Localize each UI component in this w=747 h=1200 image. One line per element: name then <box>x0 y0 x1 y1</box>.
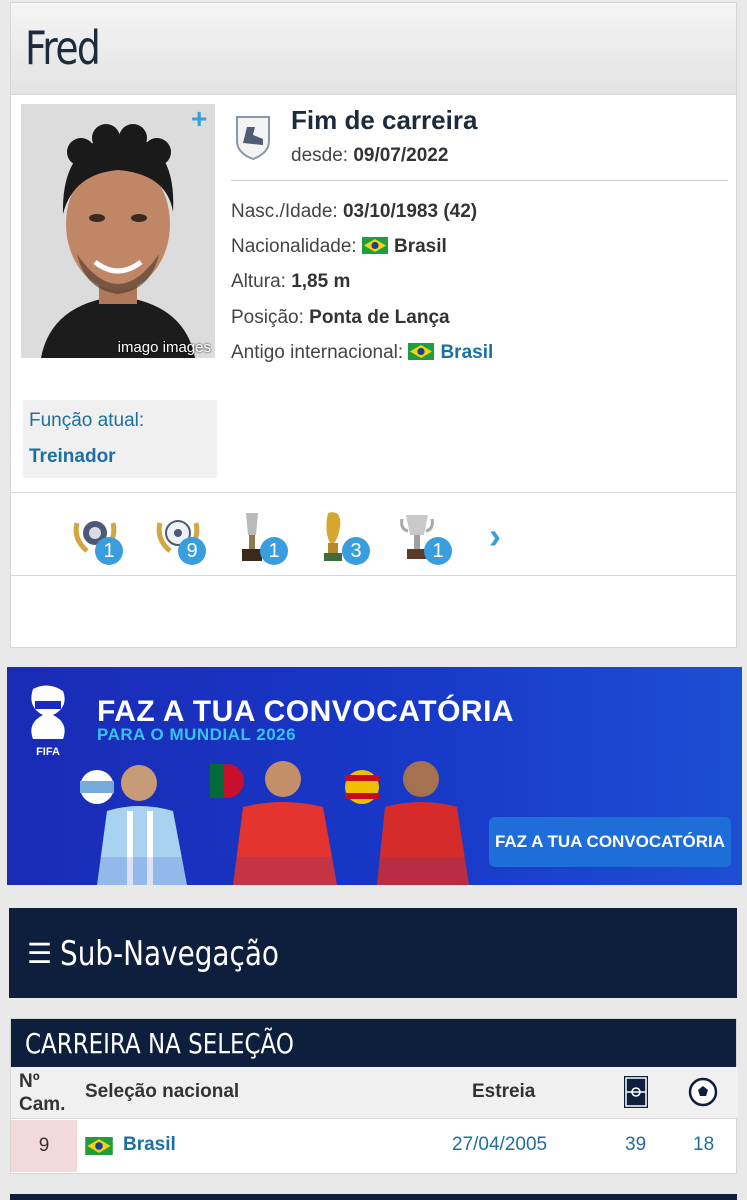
profile-card: Fred imago images + Fim de carreira desd… <box>10 2 737 648</box>
caps-header-line2: Cam. <box>19 1094 66 1115</box>
international-row: Antigo internacional: Brasil <box>231 342 494 363</box>
trophy-row: 1 9 1 3 1 › <box>11 492 736 576</box>
height-row: Altura: 1,85 m <box>231 271 351 292</box>
team-link[interactable]: Brasil <box>123 1134 176 1156</box>
height-value: 1,85 m <box>291 271 351 292</box>
table-row[interactable]: 9 Brasil 27/04/2005 39 18 <box>11 1120 736 1173</box>
career-header: CARREIRA NA SELEÇÃO <box>11 1019 736 1067</box>
goals-value: 18 <box>693 1134 715 1155</box>
plus-icon[interactable]: + <box>191 105 207 133</box>
silver-cup-trophy-icon[interactable]: 1 <box>398 509 458 565</box>
position-row: Posição: Ponta de Lança <box>231 307 450 328</box>
table-header: Nº Cam. Seleção nacional Estreia <box>11 1067 738 1119</box>
debut-header[interactable]: Estreia <box>472 1081 535 1103</box>
international-link[interactable]: Brasil <box>440 342 493 363</box>
banner-title: FAZ A TUA CONVOCATÓRIA <box>97 695 515 728</box>
cup-trophy-icon[interactable]: 1 <box>234 509 294 565</box>
chevron-right-icon[interactable]: › <box>489 515 501 557</box>
birth-value: 03/10/1983 (42) <box>342 201 478 222</box>
function-label: Função atual: <box>29 410 145 431</box>
debut-date[interactable]: 27/04/2005 <box>452 1134 547 1156</box>
profile-header: Fred <box>11 3 736 95</box>
status-since: desde: 09/07/2022 <box>291 145 449 166</box>
laurel-trophy-icon[interactable]: 1 <box>69 509 129 565</box>
hamburger-menu-icon[interactable]: ☰ <box>27 937 52 970</box>
gold-cup-trophy-icon[interactable]: 3 <box>316 509 376 565</box>
trophy-count: 1 <box>260 537 288 565</box>
banner-cta-button[interactable]: FAZ A TUA CONVOCATÓRIA <box>489 817 731 867</box>
player-photo[interactable]: imago images <box>21 104 215 358</box>
brazil-flag-icon <box>361 237 388 254</box>
trophy-count: 3 <box>342 537 370 565</box>
pitch-icon[interactable] <box>623 1075 649 1109</box>
nationality-value: Brasil <box>393 236 447 257</box>
brazil-flag-icon <box>408 343 435 360</box>
svg-text:FIFA: FIFA <box>36 746 60 758</box>
banner-players-image <box>77 761 477 885</box>
divider <box>231 180 728 181</box>
next-section-header <box>10 1194 737 1200</box>
fifa-world-cup-logo: FIFA <box>31 685 65 758</box>
photo-credit: imago images <box>117 339 211 356</box>
world-cup-banner[interactable]: FIFA FAZ A TUA CONVOCATÓRIA PARA O MUNDI… <box>7 667 742 885</box>
brazil-flag-icon <box>85 1137 113 1155</box>
player-name: Fred <box>25 21 101 75</box>
team-header[interactable]: Seleção nacional <box>85 1081 239 1103</box>
nationality-row: Nacionalidade: Brasil <box>231 236 447 257</box>
career-status: Fim de carreira <box>291 105 478 135</box>
trophy-count: 1 <box>424 537 452 565</box>
ball-icon[interactable] <box>688 1077 718 1107</box>
sub-navigation[interactable]: ☰ Sub-Navegação <box>9 908 737 998</box>
caps-number: 9 <box>11 1120 77 1172</box>
function-value[interactable]: Treinador <box>29 446 211 468</box>
sub-navigation-label[interactable]: Sub-Navegação <box>60 934 279 974</box>
trophy-count: 9 <box>178 537 206 565</box>
appearances-value[interactable]: 39 <box>625 1134 646 1156</box>
career-title: CARREIRA NA SELEÇÃO <box>25 1027 294 1060</box>
caps-header-line1: Nº <box>19 1071 40 1092</box>
birth-row: Nasc./Idade: 03/10/1983 (42) <box>231 201 478 222</box>
laurel-ball-trophy-icon[interactable]: 9 <box>152 509 212 565</box>
trophy-count: 1 <box>95 537 123 565</box>
banner-subtitle: PARA O MUNDIAL 2026 <box>97 725 297 744</box>
current-function: Função atual: Treinador <box>23 400 217 478</box>
boot-badge-icon <box>233 113 273 161</box>
position-value: Ponta de Lança <box>309 307 450 328</box>
national-team-career: CARREIRA NA SELEÇÃO Nº Cam. Seleção naci… <box>10 1018 738 1174</box>
